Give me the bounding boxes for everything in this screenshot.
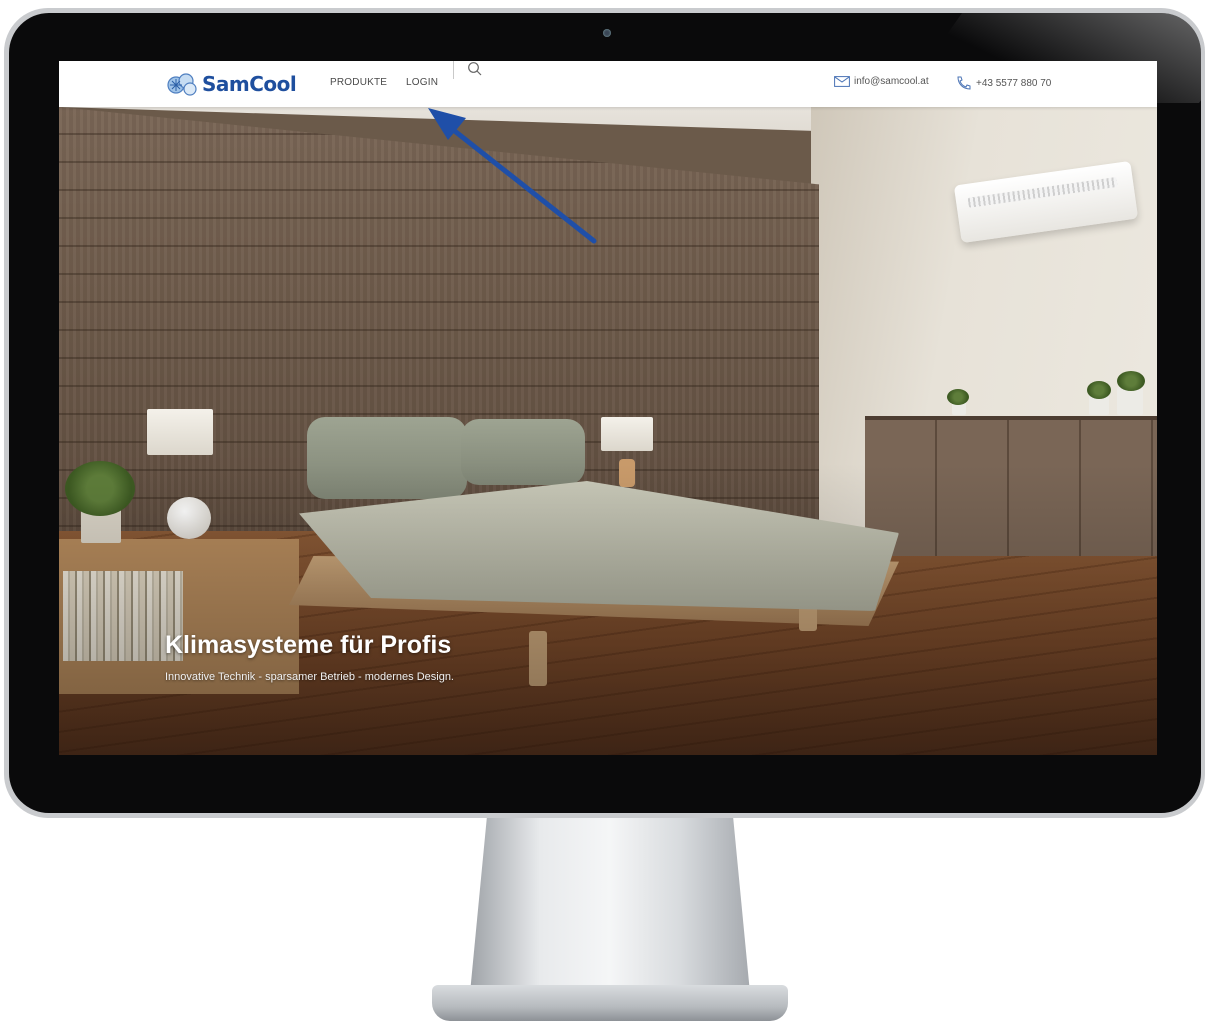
nav-link-produkte[interactable]: PRODUKTE (330, 77, 387, 88)
search-button[interactable] (467, 61, 485, 79)
snowflake-logo-icon (164, 69, 200, 99)
hero-subtitle: Innovative Technik - sparsamer Betrieb -… (165, 671, 454, 683)
website-screen: SamCool PRODUKTE LOGIN info@samcool.at +… (59, 61, 1157, 755)
brand-name: SamCool (202, 72, 297, 96)
monitor-stand (470, 818, 750, 993)
monitor-photo: SamCool PRODUKTE LOGIN info@samcool.at +… (0, 0, 1205, 1024)
nav-divider (453, 61, 454, 79)
webcam (603, 29, 611, 37)
email-text: info@samcool.at (854, 76, 929, 87)
nav-link-login[interactable]: LOGIN (406, 77, 438, 88)
hero-title: Klimasysteme für Profis (165, 631, 452, 659)
monitor-stand-base (432, 985, 788, 1021)
brand-logo[interactable]: SamCool (164, 68, 297, 100)
contact-email[interactable]: info@samcool.at (834, 76, 929, 87)
search-icon (468, 62, 482, 76)
envelope-icon (834, 76, 850, 87)
contact-phone[interactable]: +43 5577 880 70 (956, 76, 1051, 90)
phone-icon (957, 76, 971, 90)
phone-text: +43 5577 880 70 (976, 77, 1052, 89)
site-header: SamCool PRODUKTE LOGIN info@samcool.at +… (59, 61, 1157, 107)
